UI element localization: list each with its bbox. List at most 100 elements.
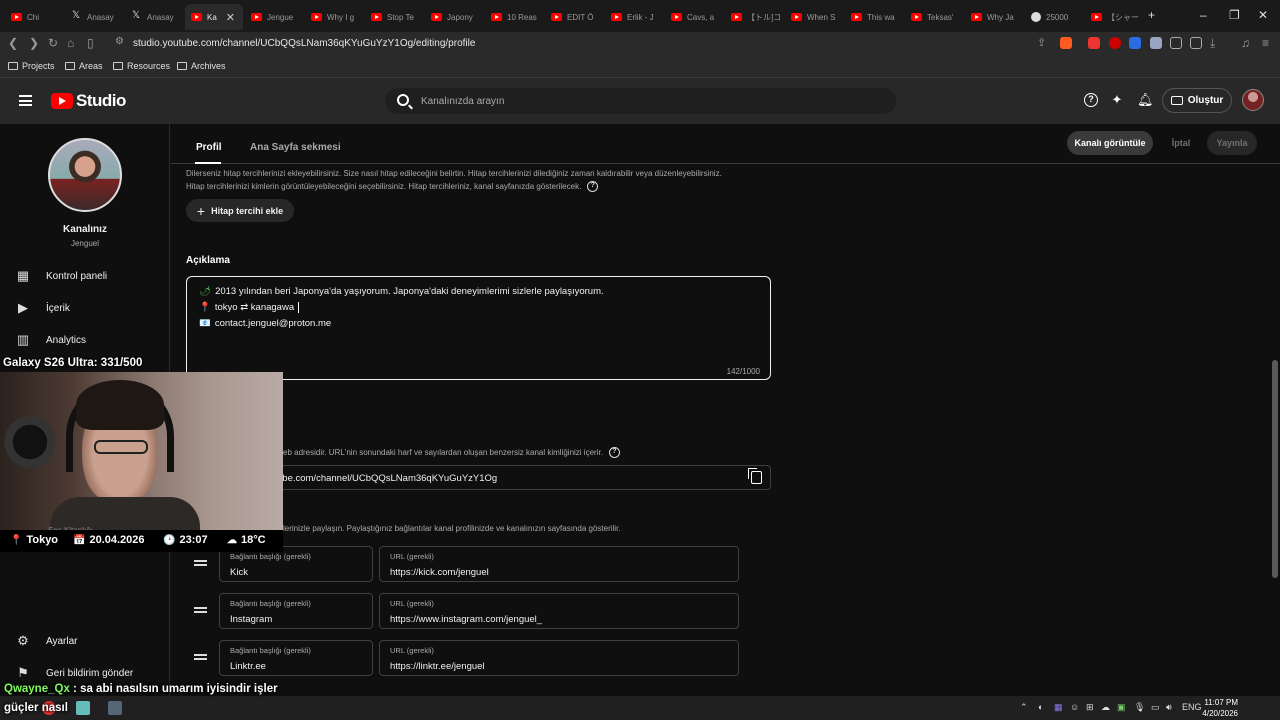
browser-tab[interactable]: 【トル]コ	[725, 4, 783, 30]
brave-shield-icon[interactable]	[1060, 37, 1072, 49]
wallet-icon[interactable]	[1190, 37, 1202, 49]
extensions-menu-icon[interactable]	[1170, 37, 1182, 49]
tray-overflow-icon[interactable]: ⌃	[1020, 702, 1028, 713]
drag-handle-icon[interactable]	[194, 560, 207, 566]
extension-icon[interactable]	[1129, 37, 1141, 49]
copy-icon[interactable]	[748, 468, 762, 484]
close-window-button[interactable]: ✕	[1258, 8, 1268, 22]
browser-tab[interactable]: Erlik - J	[605, 4, 663, 30]
hamburger-menu-icon[interactable]	[19, 95, 32, 106]
search-bar[interactable]	[385, 88, 896, 114]
chat-message: : sa abi nasılsın umarım iyisindir işler	[69, 683, 278, 695]
browser-tab[interactable]: When S	[785, 4, 843, 30]
bookmark-resources[interactable]: Resources	[113, 61, 170, 71]
home-icon[interactable]: ⌂	[67, 36, 74, 50]
tray-app-icon[interactable]: ◐	[1038, 702, 1043, 712]
clock-icon: 🕑	[163, 534, 176, 546]
cancel-button[interactable]: İptal	[1162, 131, 1200, 155]
microphone-icon[interactable]: 🎙︎	[1134, 702, 1145, 713]
media-icon[interactable]: ♫	[1241, 36, 1250, 50]
sidebar-item-content[interactable]: ▶ İçerik	[16, 298, 70, 318]
sidebar-item-analytics[interactable]: ▥ Analytics	[16, 330, 86, 350]
scrollbar[interactable]	[1272, 360, 1278, 578]
add-pronoun-button[interactable]: + Hitap tercihi ekle	[186, 199, 294, 222]
minimize-button[interactable]: –	[1200, 8, 1207, 22]
link-row: Bağlantı başlığı (gerekli) Instagram URL (…	[186, 593, 746, 629]
tab-profile[interactable]: Profil	[196, 142, 222, 153]
browser-tab[interactable]: Japony	[425, 4, 483, 30]
create-button[interactable]: Oluştur	[1162, 88, 1232, 113]
search-input[interactable]	[421, 92, 881, 110]
new-tab-button[interactable]: +	[1148, 8, 1155, 22]
link-title-field[interactable]: Bağlantı başlığı (gerekli) Linktr.ee	[219, 640, 373, 676]
browser-tab[interactable]: Anasay	[65, 4, 123, 30]
studio-header: Studio ? ✦ 🔔︎ Oluştur	[0, 78, 1280, 124]
link-url-field[interactable]: URL (gerekli) https://linktr.ee/jenguel	[379, 640, 739, 676]
extension-icon[interactable]	[1109, 37, 1121, 49]
extension-icon[interactable]	[1088, 37, 1100, 49]
network-icon[interactable]: ▭	[1151, 702, 1160, 713]
sparkle-icon[interactable]: ✦	[1110, 93, 1124, 107]
browser-tab[interactable]: Teksas'	[905, 4, 963, 30]
browser-tab[interactable]: Why I g	[305, 4, 363, 30]
url-input[interactable]: studio.youtube.com/channel/UCbQQsLNam36q…	[133, 38, 475, 49]
bookmark-archives[interactable]: Archives	[177, 61, 226, 71]
link-url-field[interactable]: URL (gerekli) https://www.instagram.com/j…	[379, 593, 739, 629]
close-tab-icon[interactable]: ✕	[226, 11, 235, 24]
drag-handle-icon[interactable]	[194, 607, 207, 613]
sidebar-item-dashboard[interactable]: ▦ Kontrol paneli	[16, 266, 107, 286]
forward-icon[interactable]: ❯	[29, 36, 39, 50]
browser-tab[interactable]: Stop Te	[365, 4, 423, 30]
drag-handle-icon[interactable]	[194, 654, 207, 660]
browser-tab[interactable]: Cavs, a	[665, 4, 723, 30]
account-avatar[interactable]	[1242, 89, 1264, 111]
browser-tab[interactable]: Anasay	[125, 4, 183, 30]
bookmark-projects[interactable]: Projects	[8, 61, 55, 71]
maximize-button[interactable]: ❐	[1229, 8, 1240, 22]
sidebar-toggle-icon[interactable]: ▯	[87, 36, 94, 50]
link-title-field[interactable]: Bağlantı başlığı (gerekli) Instagram	[219, 593, 373, 629]
reload-icon[interactable]: ↻	[48, 36, 58, 50]
channel-title: Kanalınız	[63, 224, 107, 235]
channel-avatar[interactable]	[48, 138, 122, 212]
sidebar-item-settings[interactable]: ⚙ Ayarlar	[16, 631, 77, 651]
discord-icon[interactable]: ☺	[1070, 702, 1079, 712]
browser-tab[interactable]: EDIT Ö	[545, 4, 603, 30]
bell-icon[interactable]: 🔔︎	[1137, 93, 1154, 107]
tray-app-icon[interactable]: ▦	[1054, 702, 1063, 713]
language-indicator[interactable]: ENG	[1182, 702, 1202, 712]
browser-tab[interactable]: Why Ja	[965, 4, 1023, 30]
youtube-icon	[611, 13, 622, 21]
link-url-field[interactable]: URL (gerekli) https://kick.com/jenguel	[379, 546, 739, 582]
text-cursor	[298, 302, 300, 313]
onedrive-icon[interactable]: ☁	[1101, 702, 1110, 713]
back-icon[interactable]: ❮	[8, 36, 18, 50]
studio-logo[interactable]: Studio	[51, 91, 126, 111]
extension-icon[interactable]	[1150, 37, 1162, 49]
youtube-icon	[791, 13, 802, 21]
volume-icon[interactable]: 🔊︎	[1166, 702, 1172, 713]
menu-icon[interactable]: ≡	[1262, 36, 1269, 50]
browser-tab[interactable]: Chi	[5, 4, 63, 30]
tray-app-icon[interactable]: ⊞	[1086, 702, 1094, 713]
help-icon[interactable]: ?	[608, 447, 620, 459]
tray-app-icon[interactable]: ▣	[1117, 702, 1126, 713]
bookmark-areas[interactable]: Areas	[65, 61, 103, 71]
browser-tab[interactable]: 【シャー	[1085, 4, 1143, 30]
help-icon[interactable]: ?	[587, 181, 599, 193]
help-icon[interactable]: ?	[1084, 93, 1098, 107]
share-icon[interactable]: ⇪	[1037, 36, 1046, 49]
browser-tab[interactable]: 10 Reas	[485, 4, 543, 30]
tab-home[interactable]: Ana Sayfa sekmesi	[250, 142, 341, 153]
youtube-icon	[491, 13, 502, 21]
browser-tab[interactable]: Ka ✕	[185, 4, 243, 30]
download-icon[interactable]: ⤓	[1210, 36, 1215, 51]
browser-tab[interactable]: This wa	[845, 4, 903, 30]
site-settings-icon[interactable]: ⚙	[115, 36, 124, 47]
youtube-icon	[671, 13, 682, 21]
system-clock[interactable]: 11:07 PM 4/20/2026	[1202, 697, 1238, 719]
browser-tab[interactable]: 25000	[1025, 4, 1083, 30]
publish-button[interactable]: Yayınla	[1207, 131, 1257, 155]
browser-tab[interactable]: Jengue	[245, 4, 303, 30]
view-channel-button[interactable]: Kanalı görüntüle	[1067, 131, 1153, 155]
